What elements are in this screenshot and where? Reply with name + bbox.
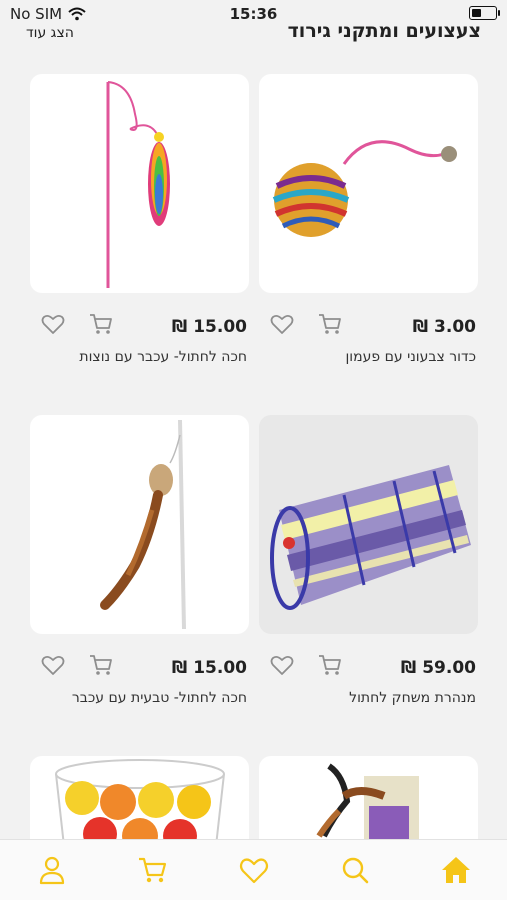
product-name: חכה לחתול- עכבר עם נוצות (79, 349, 247, 365)
product-image[interactable] (259, 415, 478, 634)
tab-home[interactable] (440, 854, 472, 886)
feather-wand-toy-icon (106, 81, 170, 288)
ball-with-bell-toy-icon (272, 140, 457, 237)
product-price: 59.00 ₪ (400, 658, 476, 678)
search-icon (342, 857, 369, 884)
tab-cart[interactable] (136, 854, 168, 886)
product-name: חכה לחתול- טבעית עם עכבר (71, 690, 247, 706)
product-price: 15.00 ₪ (171, 317, 247, 337)
favorite-button[interactable] (40, 652, 66, 678)
product-image[interactable] (30, 74, 249, 293)
heart-icon (41, 314, 65, 334)
add-to-cart-button[interactable] (317, 652, 343, 678)
tab-profile[interactable] (36, 854, 68, 886)
heart-icon (270, 314, 294, 334)
cart-icon (319, 655, 341, 675)
heart-icon (41, 655, 65, 675)
show-more-link[interactable]: הצג עוד (26, 25, 74, 41)
ball-jar-icon (55, 759, 225, 846)
tab-favorites[interactable] (238, 854, 270, 886)
product-image[interactable] (30, 415, 249, 634)
natural-wand-toy-icon (100, 419, 186, 630)
product-name: כדור צבעוני עם פעמון (345, 349, 476, 365)
feather-toy-package-icon (316, 763, 419, 846)
product-image[interactable] (259, 74, 478, 293)
add-to-cart-button[interactable] (317, 311, 343, 337)
favorite-button[interactable] (40, 311, 66, 337)
product-image[interactable] (259, 756, 478, 846)
cart-icon (90, 314, 112, 334)
page-title: צעצועים ומתקני גירוד (287, 20, 481, 42)
heart-icon (239, 858, 269, 884)
home-icon (442, 857, 470, 883)
battery-icon (469, 6, 500, 20)
add-to-cart-button[interactable] (88, 652, 114, 678)
cart-icon (139, 857, 167, 883)
favorite-button[interactable] (269, 652, 295, 678)
product-name: מנהרת משחק לחתול (349, 690, 476, 706)
favorite-button[interactable] (269, 311, 295, 337)
user-icon (39, 856, 65, 885)
product-image[interactable] (30, 756, 249, 846)
heart-icon (270, 655, 294, 675)
tab-search[interactable] (339, 854, 371, 886)
product-price: 15.00 ₪ (171, 658, 247, 678)
add-to-cart-button[interactable] (88, 311, 114, 337)
cart-icon (319, 314, 341, 334)
cart-icon (90, 655, 112, 675)
cat-tunnel-icon (270, 465, 471, 610)
product-price: 3.00 ₪ (412, 317, 476, 337)
bottom-tab-bar (0, 839, 507, 900)
